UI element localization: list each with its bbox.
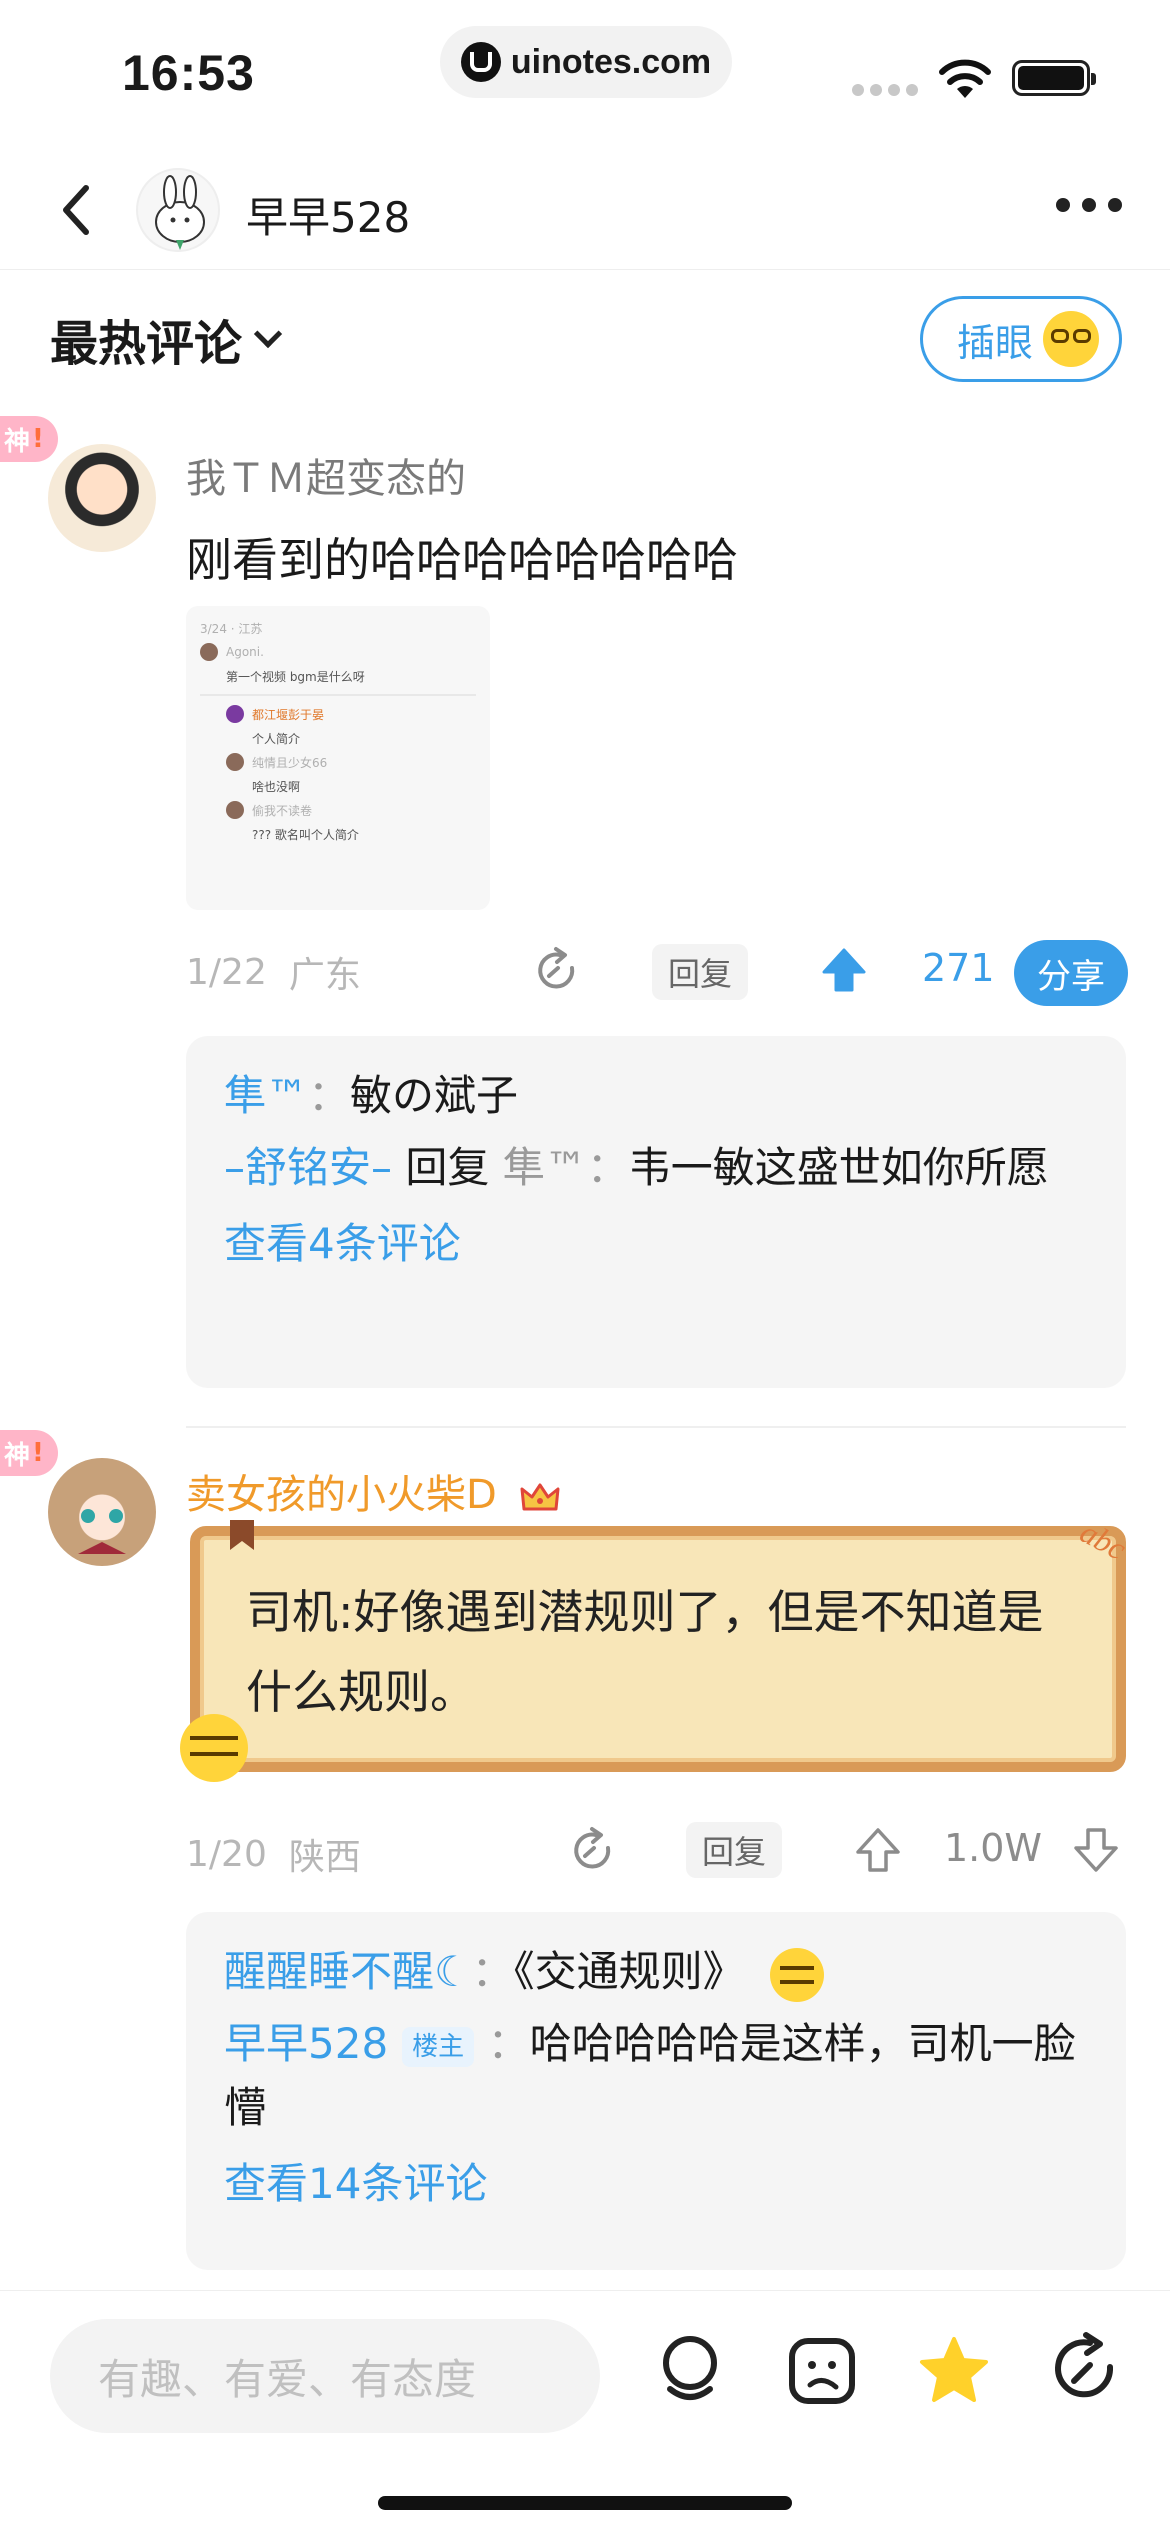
upvote-icon[interactable] <box>852 1824 904 1876</box>
commenter-avatar[interactable] <box>48 1458 156 1566</box>
battery-icon <box>1012 60 1096 96</box>
reply-author[interactable]: 隼™ <box>224 1071 308 1120</box>
comment-input[interactable]: 有趣、有爱、有态度 <box>50 2319 600 2433</box>
comment-divider <box>186 1426 1126 1428</box>
insert-eye-button[interactable]: 插眼 <box>920 296 1122 382</box>
nav-title: 早早528 <box>246 193 411 242</box>
reply-line: 早早528 楼主 ：哈哈哈哈哈是这样，司机一脸懵 <box>224 2019 1076 2132</box>
comment-text: 刚看到的哈哈哈哈哈哈哈哈 <box>186 533 738 587</box>
author-avatar[interactable] <box>136 168 220 252</box>
view-more-replies-link[interactable]: 查看4条评论 <box>224 1212 1088 1276</box>
crown-icon <box>520 1483 560 1511</box>
status-time: 16:53 <box>122 45 255 101</box>
upvote-filled-icon[interactable] <box>818 944 870 996</box>
home-indicator[interactable] <box>378 2496 792 2510</box>
reply-button[interactable]: 回复 <box>686 1822 783 1878</box>
voice-icon[interactable] <box>650 2331 730 2411</box>
glasses-emoji-icon <box>1043 311 1100 367</box>
comment-meta: 1/20 陕西 <box>186 1828 361 1880</box>
like-count: 1.0W <box>944 1826 1043 1870</box>
comment-text: 司机:好像遇到潜规则了，但是不知道是什么规则。 <box>246 1585 1044 1719</box>
reply-line: 隼™：敏の斌子 <box>224 1071 519 1120</box>
reply-author[interactable]: 早早528 <box>224 2019 388 2068</box>
reply-line: 醒醒睡不醒☾：《交通规则》 <box>224 1940 1088 2004</box>
bookmark-ribbon-icon <box>230 1520 254 1550</box>
comment-date: 1/22 <box>186 951 267 993</box>
like-count: 271 <box>922 946 995 990</box>
smirk-emoji-icon <box>770 1947 825 2002</box>
view-more-replies-link[interactable]: 查看14条评论 <box>224 2152 1088 2216</box>
reply-line: –舒铭安– 回复 隼™：韦一敏这盛世如你所愿 <box>224 1143 1049 1192</box>
downvote-icon[interactable] <box>1070 1824 1122 1876</box>
reply-preview-box[interactable]: 醒醒睡不醒☾：《交通规则》 早早528 楼主 ：哈哈哈哈哈是这样，司机一脸懵 查看… <box>186 1912 1126 2270</box>
wifi-icon <box>939 59 991 98</box>
chevron-down-icon <box>253 319 283 349</box>
favorite-star-icon[interactable] <box>914 2331 994 2411</box>
reply-button[interactable]: 回复 <box>652 944 749 1000</box>
commenter-name[interactable]: 卖女孩的小火柴D <box>186 1462 560 1520</box>
share-button[interactable]: 分享 <box>1014 940 1128 1006</box>
commenter-name[interactable]: 我ＴＭ超变态的 <box>186 446 466 504</box>
bubble-decoration-abc: abc <box>1074 1513 1132 1567</box>
chick-sticker-icon <box>180 1714 248 1782</box>
url-pill[interactable]: uinotes.com <box>440 26 732 98</box>
comment-image[interactable]: 3/24 · 江苏 Agoni. 第一个视频 bgm是什么呀 都江堰彭于晏 个人… <box>186 606 490 910</box>
reply-author[interactable]: –舒铭安– <box>224 1143 392 1192</box>
more-options-icon[interactable] <box>1056 198 1122 212</box>
back-icon[interactable] <box>48 180 108 240</box>
nav-header: 早早528 <box>0 150 1170 270</box>
site-icon <box>460 42 501 82</box>
insert-eye-label: 插眼 <box>957 320 1034 365</box>
decorated-comment-bubble: abc 司机:好像遇到潜规则了，但是不知道是什么规则。 <box>190 1513 1132 1772</box>
comment-location: 广东 <box>288 955 361 996</box>
repost-icon[interactable] <box>532 946 582 996</box>
commenter-avatar[interactable] <box>48 444 156 552</box>
sticker-icon[interactable] <box>782 2331 862 2411</box>
comment-date: 1/20 <box>186 1833 267 1875</box>
cellular-signal-icon <box>852 84 918 96</box>
god-comment-badge: 神! <box>0 416 58 462</box>
repost-icon[interactable] <box>568 1826 618 1876</box>
sort-label: 最热评论 <box>50 316 243 372</box>
op-tag: 楼主 <box>402 2026 475 2067</box>
share-icon[interactable] <box>1046 2331 1126 2411</box>
sort-dropdown[interactable]: 最热评论 <box>50 304 283 374</box>
reply-author[interactable]: 醒醒睡不醒☾ <box>224 1947 472 1996</box>
url-text: uinotes.com <box>510 42 712 81</box>
god-comment-badge: 神! <box>0 1430 58 1476</box>
reply-preview-box[interactable]: 隼™：敏の斌子 –舒铭安– 回复 隼™：韦一敏这盛世如你所愿 查看4条评论 <box>186 1036 1126 1388</box>
status-bar: 16:53 uinotes.com <box>0 0 1170 140</box>
comment-location: 陕西 <box>288 1837 361 1878</box>
comment-meta: 1/22 广东 <box>186 946 361 998</box>
